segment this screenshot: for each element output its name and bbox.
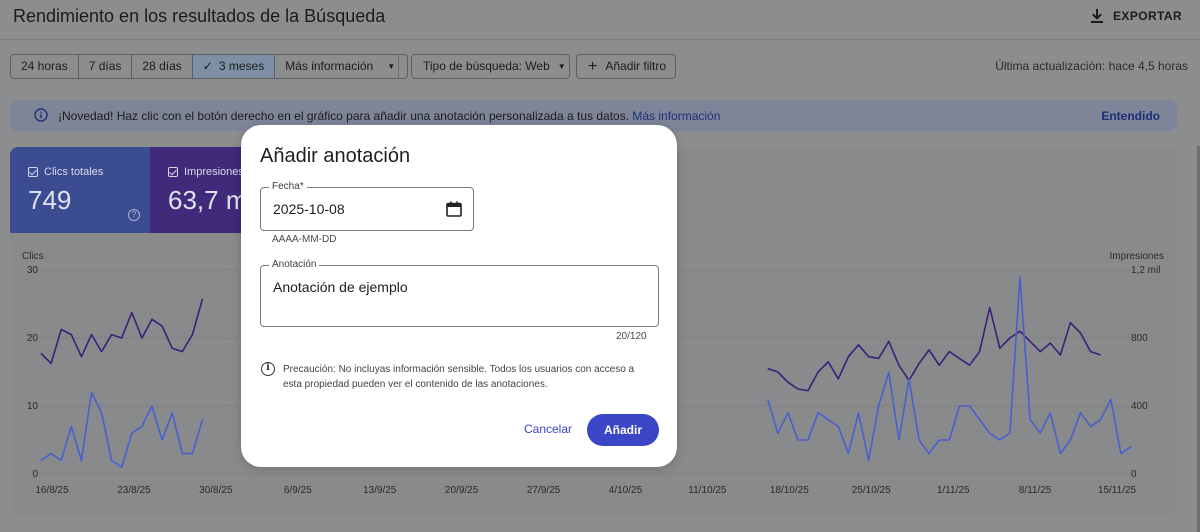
annotation-field-label: Anotación [269,259,320,270]
y-axis-right-title: Impresiones [1110,251,1164,262]
search-type-dropdown[interactable]: Tipo de búsqueda: Web ▼ [411,54,570,79]
metric-impressions-value: 63,7 m [168,185,248,215]
annotation-value: Anotación de ejemplo [273,279,408,295]
range-24h[interactable]: 24 horas [11,55,79,78]
x-tick: 11/10/25 [688,485,727,496]
metric-clicks-header: Clics totales [28,166,103,178]
range-3m[interactable]: ✓ 3 meses [192,55,276,78]
metric-impressions-label: Impresiones [184,166,244,178]
download-icon [1091,9,1104,23]
add-filter-button[interactable]: + Añadir filtro [576,54,676,79]
x-tick: 20/9/25 [445,485,479,496]
range-more-dropdown[interactable]: Más información ▼ [275,55,407,78]
cancel-button[interactable]: Cancelar [517,415,579,443]
x-tick: 18/10/25 [770,485,809,496]
help-icon[interactable]: ? [128,209,140,221]
y-tick-right: 400 [1131,401,1148,412]
required-mark: * [299,181,304,192]
privacy-warning: Precaución: No incluyas información sens… [261,362,643,392]
range-28d[interactable]: 28 días [132,55,193,78]
last-update-text: Última actualización: hace 4,5 horas [995,59,1188,73]
add-filter-label: Añadir filtro [605,59,667,73]
metric-clicks-value: 749 [28,185,72,215]
y-tick-right: 1,2 mil [1131,265,1160,276]
x-tick: 30/8/25 [199,485,233,496]
x-tick: 25/10/25 [852,485,891,496]
info-icon [34,108,48,122]
y-tick-left: 20 [27,333,39,344]
clicks-series-line [40,391,204,469]
check-icon: ✓ [202,59,213,73]
y-tick-left: 10 [27,401,39,412]
x-tick: 1/11/25 [937,485,970,496]
x-tick: 6/9/25 [284,485,312,496]
y-axis-left-title: Clics [22,251,44,262]
range-3m-label: 3 meses [218,59,265,73]
caret-down-icon: ▼ [557,62,566,71]
y-tick-right: 800 [1131,333,1148,344]
annotation-textarea[interactable]: Anotación Anotación de ejemplo [260,259,659,327]
privacy-warning-text: Precaución: No incluyas información sens… [283,364,635,390]
metric-clicks-label: Clics totales [44,166,104,178]
x-tick: 27/9/25 [527,485,561,496]
y-tick-left: 0 [32,469,38,480]
y-tick-right: 0 [1131,469,1137,480]
banner-text: ¡Novedad! Haz clic con el botón derecho … [58,109,720,123]
x-tick: 16/8/25 [35,485,69,496]
plus-icon: + [588,57,598,75]
info-icon [261,362,275,376]
calendar-icon[interactable] [445,200,463,218]
checkbox-icon [168,167,178,177]
export-label: EXPORTAR [1113,9,1182,23]
date-value: 2025-10-08 [273,201,345,217]
y-tick-left: 30 [27,265,39,276]
caret-down-icon: ▼ [387,62,396,71]
banner-dismiss-button[interactable]: Entendido [1101,109,1160,123]
date-field-label: Fecha* [269,181,307,192]
date-format-hint: AAAA-MM-DD [272,234,337,245]
x-tick: 23/8/25 [117,485,151,496]
dialog-title: Añadir anotación [260,145,411,167]
page-header: Rendimiento en los resultados de la Búsq… [0,0,1200,40]
banner-learn-more-link[interactable]: Más información [632,109,720,123]
character-counter: 20/120 [616,331,647,342]
range-more-label: Más información [285,59,374,73]
checkbox-icon [28,167,38,177]
range-7d[interactable]: 7 días [79,55,133,78]
x-tick: 15/11/25 [1098,485,1137,496]
filter-divider [398,55,399,79]
x-tick: 4/10/25 [609,485,643,496]
add-annotation-dialog: Añadir anotación Fecha* 2025-10-08 AAAA-… [241,125,677,467]
metric-clicks-tile[interactable]: Clics totales 749 ? [10,147,150,233]
x-tick: 8/11/25 [1019,485,1052,496]
search-type-label: Tipo de búsqueda: Web [423,59,550,73]
date-range-selector: 24 horas 7 días 28 días ✓ 3 meses Más in… [10,54,409,79]
date-label-text: Fecha [272,181,300,192]
date-field[interactable]: Fecha* 2025-10-08 [260,181,474,231]
x-tick: 13/9/25 [363,485,397,496]
export-button[interactable]: EXPORTAR [1089,8,1182,24]
metric-impressions-header: Impresiones [168,166,244,178]
impressions-series-line [40,298,204,365]
page-title: Rendimiento en los resultados de la Búsq… [13,6,386,26]
add-button[interactable]: Añadir [587,414,659,446]
impressions-series-line [767,306,1101,392]
banner-message: ¡Novedad! Haz clic con el botón derecho … [58,109,630,123]
